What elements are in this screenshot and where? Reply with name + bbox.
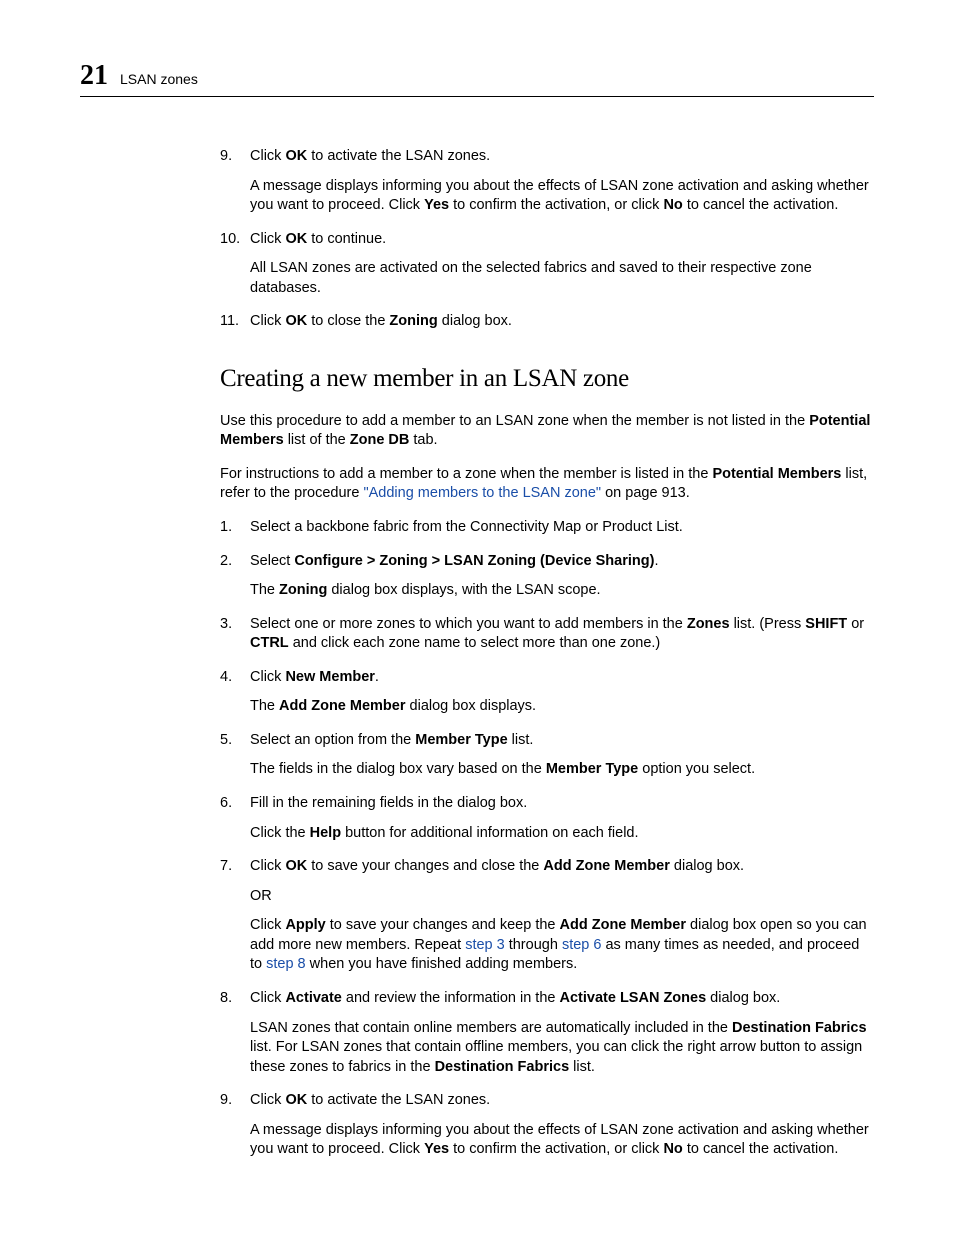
step-11: 11. Click OK to close the Zoning dialog …	[220, 312, 874, 332]
step-subtext: Click the Help button for additional inf…	[250, 824, 874, 844]
step-9: 9. Click OK to activate the LSAN zones. …	[220, 147, 874, 216]
step-number: 6.	[220, 794, 232, 814]
intro-paragraph-2: For instructions to add a member to a zo…	[220, 465, 874, 504]
step-text: Click OK to continue.	[250, 231, 386, 247]
page-header: 21 LSAN zones	[80, 60, 874, 97]
step-2: 2. Select Configure > Zoning > LSAN Zoni…	[220, 552, 874, 601]
content: 9. Click OK to activate the LSAN zones. …	[220, 147, 874, 1160]
step-or: OR	[250, 887, 874, 907]
step-9b: 9. Click OK to activate the LSAN zones. …	[220, 1091, 874, 1160]
step-text: Click OK to save your changes and close …	[250, 858, 744, 874]
step-number: 10.	[220, 230, 240, 250]
step-number: 8.	[220, 989, 232, 1009]
step-number: 4.	[220, 668, 232, 688]
header-title: LSAN zones	[120, 71, 198, 87]
step-link[interactable]: step 6	[562, 937, 602, 953]
step-text: Select a backbone fabric from the Connec…	[250, 519, 683, 535]
step-text: Click Activate and review the informatio…	[250, 990, 780, 1006]
step-number: 3.	[220, 615, 232, 635]
step-subtext: A message displays informing you about t…	[250, 177, 874, 216]
step-number: 9.	[220, 147, 232, 167]
intro-paragraph-1: Use this procedure to add a member to an…	[220, 412, 874, 451]
step-number: 2.	[220, 552, 232, 572]
step-number: 7.	[220, 857, 232, 877]
step-text: Select one or more zones to which you wa…	[250, 616, 864, 652]
step-subtext: LSAN zones that contain online members a…	[250, 1019, 874, 1078]
step-subtext: Click Apply to save your changes and kee…	[250, 916, 874, 975]
step-5: 5. Select an option from the Member Type…	[220, 731, 874, 780]
step-text: Fill in the remaining fields in the dial…	[250, 795, 527, 811]
step-10: 10. Click OK to continue. All LSAN zones…	[220, 230, 874, 299]
step-link[interactable]: step 8	[266, 956, 306, 972]
step-subtext: The Zoning dialog box displays, with the…	[250, 581, 874, 601]
step-text: Click New Member.	[250, 669, 379, 685]
step-7: 7. Click OK to save your changes and clo…	[220, 857, 874, 975]
procedure-steps: 1. Select a backbone fabric from the Con…	[220, 518, 874, 1160]
step-4: 4. Click New Member. The Add Zone Member…	[220, 668, 874, 717]
step-number: 11.	[220, 312, 239, 332]
step-6: 6. Fill in the remaining fields in the d…	[220, 794, 874, 843]
step-text: Select an option from the Member Type li…	[250, 732, 533, 748]
page: 21 LSAN zones 9. Click OK to activate th…	[0, 0, 954, 1254]
step-subtext: All LSAN zones are activated on the sele…	[250, 259, 874, 298]
step-3: 3. Select one or more zones to which you…	[220, 615, 874, 654]
step-subtext: A message displays informing you about t…	[250, 1121, 874, 1160]
step-number: 9.	[220, 1091, 232, 1111]
step-number: 5.	[220, 731, 232, 751]
cross-ref-link[interactable]: "Adding members to the LSAN zone"	[363, 485, 601, 501]
continuing-steps: 9. Click OK to activate the LSAN zones. …	[220, 147, 874, 332]
step-link[interactable]: step 3	[465, 937, 505, 953]
chapter-number: 21	[80, 60, 108, 92]
step-1: 1. Select a backbone fabric from the Con…	[220, 518, 874, 538]
step-text: Click OK to activate the LSAN zones.	[250, 1092, 490, 1108]
step-8: 8. Click Activate and review the informa…	[220, 989, 874, 1077]
step-number: 1.	[220, 518, 232, 538]
step-text: Click OK to activate the LSAN zones.	[250, 148, 490, 164]
step-subtext: The fields in the dialog box vary based …	[250, 760, 874, 780]
step-text: Click OK to close the Zoning dialog box.	[250, 313, 512, 329]
section-heading: Creating a new member in an LSAN zone	[220, 362, 874, 396]
step-text: Select Configure > Zoning > LSAN Zoning …	[250, 553, 658, 569]
step-subtext: The Add Zone Member dialog box displays.	[250, 697, 874, 717]
